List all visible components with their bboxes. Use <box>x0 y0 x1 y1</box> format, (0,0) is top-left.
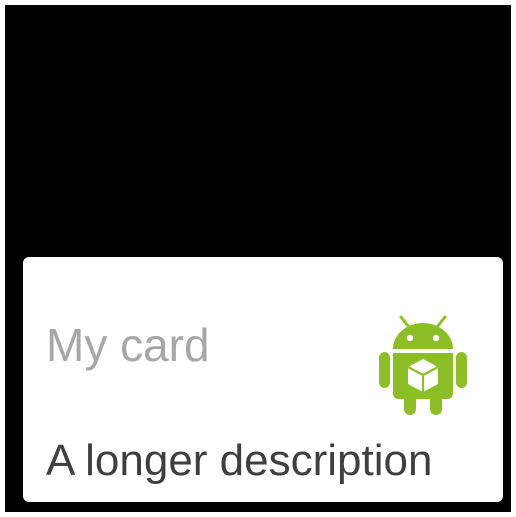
android-robot-cube-icon <box>377 315 469 417</box>
card-title: My card <box>46 319 210 371</box>
notification-card[interactable]: My card A longer description <box>23 257 503 502</box>
card-description: A longer description <box>46 436 433 485</box>
watch-screen: My card A longer description <box>5 5 511 512</box>
